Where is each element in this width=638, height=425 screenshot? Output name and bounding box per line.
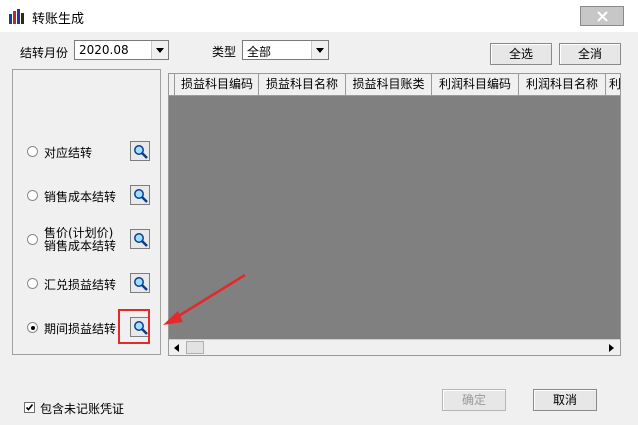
transfer-generate-dialog: 转账生成 结转月份 2020.08 类型 全部 全选 全消 对应结转 销售成本结… <box>0 0 638 425</box>
annotation-arrow <box>163 273 246 325</box>
